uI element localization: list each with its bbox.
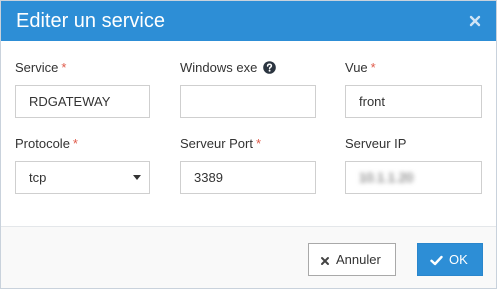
close-icon[interactable] [467, 13, 483, 29]
cancel-button[interactable]: Annuler [308, 243, 396, 276]
times-icon [321, 257, 329, 265]
serveur-port-label-text: Serveur Port [180, 136, 253, 151]
required-marker: * [255, 136, 262, 151]
required-marker: * [370, 60, 376, 75]
dialog-title: Editer un service [16, 10, 165, 32]
ok-button[interactable]: OK [417, 243, 483, 276]
caret-down-icon [133, 175, 141, 180]
protocole-select-value: tcp [29, 170, 47, 185]
serveur-ip-input[interactable]: 10.1.1.20 [345, 161, 482, 194]
vue-label-text: Vue [345, 60, 368, 75]
service-label-text: Service [15, 60, 59, 75]
service-input-value: RDGATEWAY [29, 94, 111, 109]
check-icon [430, 255, 443, 266]
service-label: Service * [15, 60, 66, 76]
required-marker: * [61, 60, 67, 75]
protocole-label-text: Protocole [15, 136, 70, 151]
serveur-port-input-value: 3389 [194, 170, 223, 185]
protocole-select[interactable]: tcp [15, 161, 150, 194]
vue-label: Vue * [345, 60, 376, 76]
serveur-ip-label-text: Serveur IP [345, 136, 407, 151]
vue-input-value: front [359, 94, 386, 109]
serveur-ip-input-value: 10.1.1.20 [359, 170, 414, 185]
serveur-port-input[interactable]: 3389 [180, 161, 316, 194]
edit-service-dialog: Editer un service Service * Windows exe V… [0, 0, 497, 289]
service-input[interactable]: RDGATEWAY [15, 85, 150, 118]
windows-exe-input[interactable] [180, 85, 316, 118]
serveur-port-label: Serveur Port * [180, 136, 261, 152]
ok-button-label: OK [449, 252, 468, 267]
protocole-label: Protocole * [15, 136, 78, 152]
windows-exe-label: Windows exe [180, 60, 277, 76]
windows-exe-label-text: Windows exe [180, 60, 258, 75]
serveur-ip-label: Serveur IP [345, 136, 406, 152]
vue-input[interactable]: front [345, 85, 482, 118]
dialog-header: Editer un service [1, 1, 496, 41]
cancel-button-label: Annuler [336, 252, 381, 267]
required-marker: * [72, 136, 78, 151]
question-circle-icon[interactable] [263, 61, 277, 74]
